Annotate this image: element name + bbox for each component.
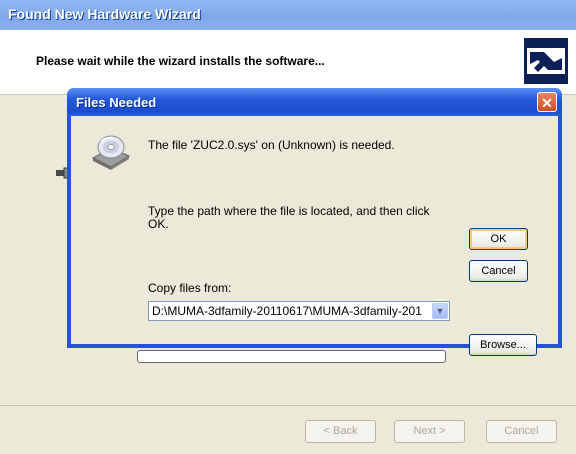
wizard-title: Found New Hardware Wizard bbox=[8, 6, 201, 22]
copy-files-label: Copy files from: bbox=[148, 281, 232, 295]
cd-disc-drive-icon bbox=[91, 135, 131, 170]
copy-files-combobox[interactable]: D:\MUMA-3dfamily-20110617\MUMA-3dfamily-… bbox=[148, 301, 450, 321]
wizard-heading: Please wait while the wizard installs th… bbox=[36, 54, 325, 68]
close-icon[interactable]: ✕ bbox=[537, 92, 557, 112]
browse-button[interactable]: Browse... bbox=[469, 334, 537, 356]
chevron-down-icon[interactable]: ▼ bbox=[432, 303, 448, 319]
dialog-client-area: The file 'ZUC2.0.sys' on (Unknown) is ne… bbox=[71, 116, 558, 356]
wizard-cancel-button[interactable]: Cancel bbox=[486, 420, 557, 443]
back-button[interactable]: < Back bbox=[305, 420, 376, 443]
dialog-title: Files Needed bbox=[76, 95, 157, 110]
next-button[interactable]: Next > bbox=[394, 420, 465, 443]
install-progress-bar bbox=[137, 350, 446, 363]
copy-files-path-value[interactable]: D:\MUMA-3dfamily-20110617\MUMA-3dfamily-… bbox=[152, 304, 428, 318]
needed-file-message: The file 'ZUC2.0.sys' on (Unknown) is ne… bbox=[148, 138, 395, 152]
instruction-text: Type the path where the file is located,… bbox=[148, 204, 430, 231]
cancel-button[interactable]: Cancel bbox=[469, 260, 528, 282]
files-needed-dialog: Files Needed ✕ The file 'ZUC2.0.sys' on … bbox=[67, 88, 562, 356]
wizard-header: Please wait while the wizard installs th… bbox=[0, 30, 576, 95]
ok-button[interactable]: OK bbox=[469, 228, 528, 250]
hardware-wizard-logo-icon bbox=[524, 38, 568, 84]
